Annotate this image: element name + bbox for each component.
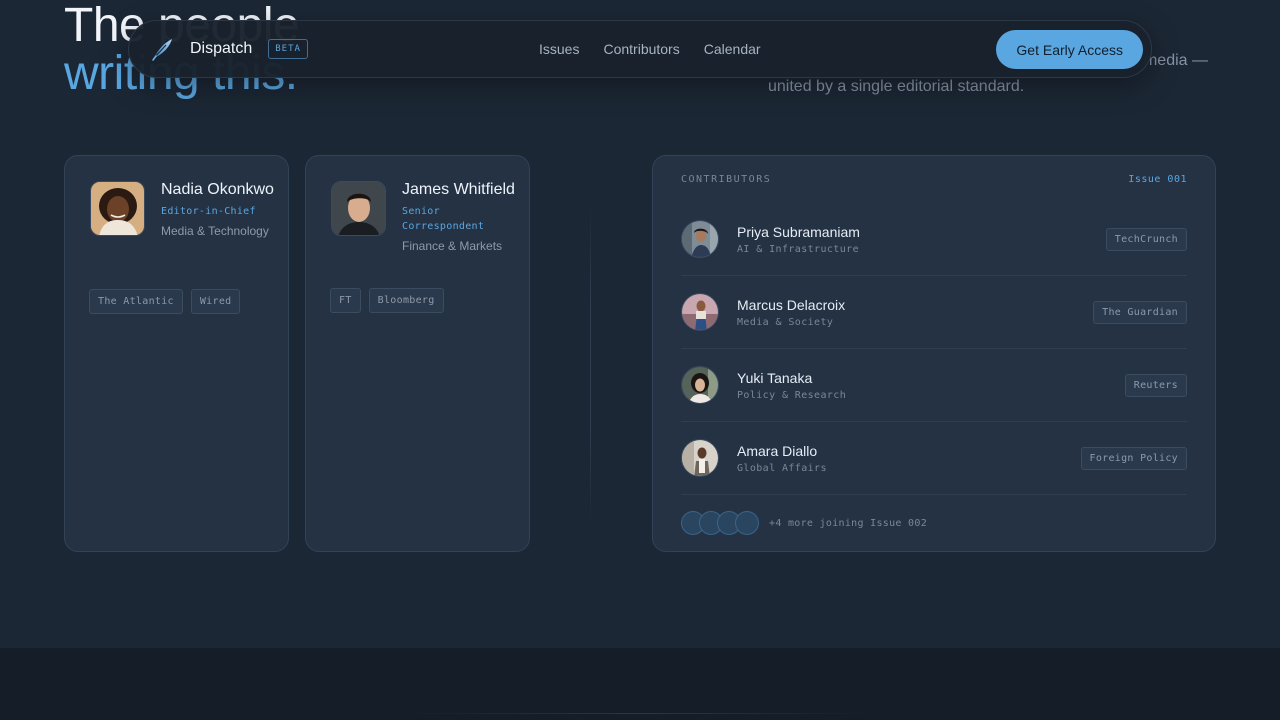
quill-icon (149, 35, 177, 63)
profile-role: Editor-in-Chief (161, 206, 256, 217)
placeholder-avatar (735, 511, 759, 535)
contributors-panel: CONTRIBUTORS Issue 001 Priya Subramaniam… (652, 155, 1216, 552)
profile-card-nadia[interactable]: Nadia Okonkwo Editor-in-Chief Media & Te… (64, 155, 289, 552)
contributor-row[interactable]: Priya Subramaniam AI & Infrastructure Te… (681, 203, 1187, 276)
nav-link-contributors[interactable]: Contributors (603, 41, 679, 57)
outlet-tag: The Atlantic (89, 289, 183, 314)
contributor-name: Priya Subramaniam (737, 224, 860, 240)
outlet-tag: Foreign Policy (1080, 446, 1187, 470)
avatar-stack (681, 511, 759, 535)
outlet-tag: Bloomberg (368, 288, 444, 313)
profile-beat: Media & Technology (161, 224, 269, 238)
more-contributors-text: +4 more joining Issue 002 (769, 517, 928, 529)
issue-label[interactable]: Issue 001 (1128, 174, 1187, 185)
brand[interactable]: Dispatch BETA (149, 35, 308, 63)
contributor-avatar (681, 220, 719, 258)
profile-name: Nadia Okonkwo (161, 181, 274, 198)
hero-subtitle-line2: united by a single editorial standard. (768, 78, 1025, 95)
outlet-tag: TechCrunch (1105, 227, 1187, 251)
navbar: Dispatch BETA Issues Contributors Calend… (128, 20, 1152, 78)
divider (590, 205, 591, 525)
profile-name: James Whitfield (402, 181, 515, 198)
panel-label: CONTRIBUTORS (681, 174, 772, 185)
profile-tags: FT Bloomberg (330, 288, 444, 313)
contributor-avatar (681, 366, 719, 404)
contributor-row[interactable]: Marcus Delacroix Media & Society The Gua… (681, 276, 1187, 349)
beta-badge: BETA (268, 39, 308, 59)
profile-photo (90, 181, 145, 236)
profile-photo (331, 181, 386, 236)
get-early-access-button[interactable]: Get Early Access (996, 30, 1143, 69)
contributor-topic: Media & Society (737, 317, 834, 328)
outlet-tag: The Guardian (1093, 300, 1187, 324)
nav-link-issues[interactable]: Issues (539, 41, 579, 57)
nav-link-calendar[interactable]: Calendar (704, 41, 761, 57)
contributor-avatar (681, 293, 719, 331)
contributor-name: Marcus Delacroix (737, 297, 846, 313)
contributor-topic: Global Affairs (737, 463, 827, 474)
footer-divider (400, 713, 880, 714)
contributor-name: Amara Diallo (737, 443, 818, 459)
profile-role: Senior Correspondent (402, 206, 485, 232)
profile-beat: Finance & Markets (402, 239, 503, 253)
contributor-name: Yuki Tanaka (737, 370, 813, 386)
outlet-tag: FT (330, 288, 361, 313)
contributor-avatar (681, 439, 719, 477)
outlet-tag: Wired (190, 289, 241, 314)
contributor-row[interactable]: Amara Diallo Global Affairs Foreign Poli… (681, 422, 1187, 495)
brand-name: Dispatch (190, 40, 253, 57)
more-contributors: +4 more joining Issue 002 (681, 511, 927, 535)
profile-card-james[interactable]: James Whitfield Senior Correspondent Fin… (305, 155, 530, 552)
contributor-topic: Policy & Research (737, 390, 847, 401)
outlet-tag: Reuters (1124, 373, 1187, 397)
footer (0, 648, 1280, 720)
profile-tags: The Atlantic Wired (89, 289, 241, 314)
contributor-topic: AI & Infrastructure (737, 244, 859, 255)
contributor-row[interactable]: Yuki Tanaka Policy & Research Reuters (681, 349, 1187, 422)
nav-links: Issues Contributors Calendar (539, 41, 761, 57)
